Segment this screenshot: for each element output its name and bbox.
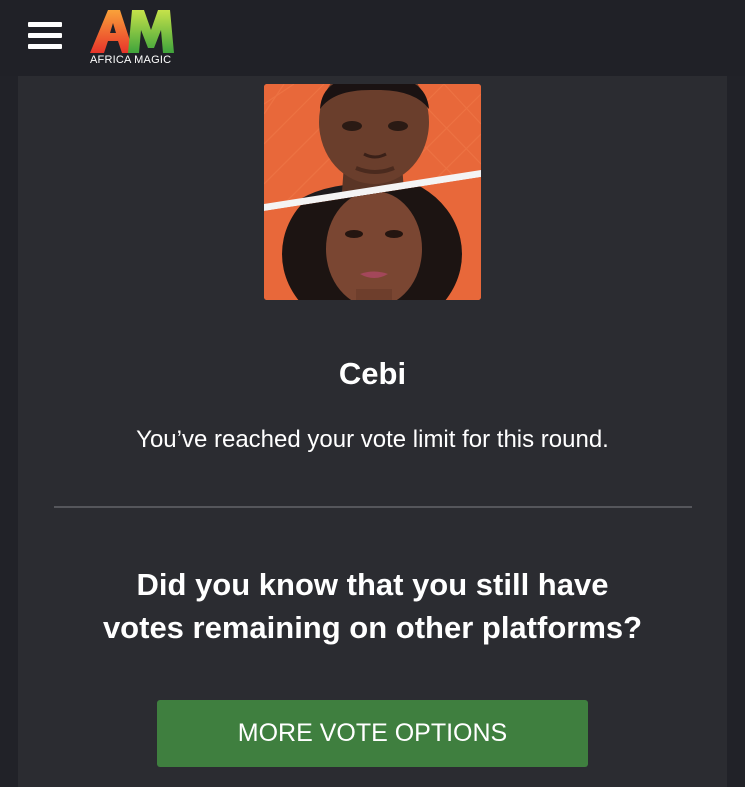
top-navigation-bar: AFRICA MAGIC	[0, 0, 745, 76]
other-platforms-question: Did you know that you still have votes r…	[58, 563, 687, 649]
question-line-2: votes remaining on other platforms?	[102, 610, 643, 645]
hamburger-menu-icon[interactable]	[28, 22, 62, 50]
housemate-name: Cebi	[338, 356, 407, 391]
logo-text: AFRICA MAGIC	[90, 54, 172, 66]
divider	[54, 506, 692, 508]
more-vote-options-button[interactable]: MORE VOTE OPTIONS	[157, 700, 588, 767]
housemate-pair-photo	[264, 84, 481, 300]
vote-limit-message: You’ve reached your vote limit for this …	[136, 426, 609, 453]
question-line-1: Did you know that you still have	[136, 567, 609, 602]
africa-magic-logo[interactable]: AFRICA MAGIC	[88, 6, 178, 68]
vote-card: Cebi You’ve reached your vote limit for …	[18, 76, 727, 787]
